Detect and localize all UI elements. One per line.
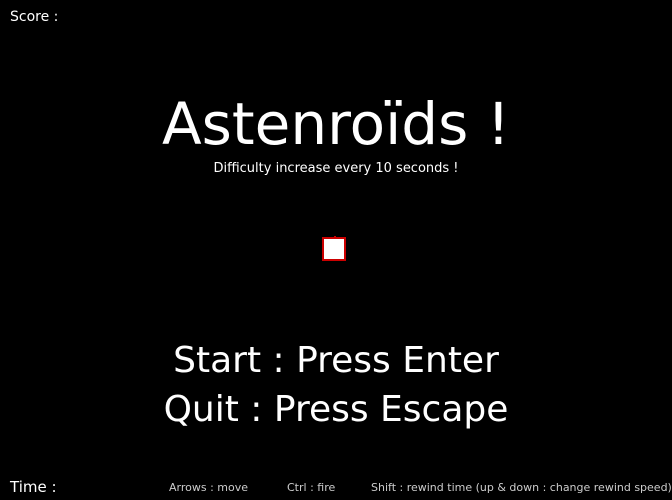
controls-hint-move: Arrows : move [169, 481, 249, 494]
score-label: Score : [10, 9, 59, 25]
start-prompt[interactable]: Start : Press Enter [0, 339, 672, 383]
game-title: Astenroïds ! [162, 90, 510, 158]
controls-hint-fire: Ctrl : fire [287, 481, 336, 494]
player-ship [322, 236, 346, 261]
difficulty-subtitle: Difficulty increase every 10 seconds ! [213, 161, 459, 176]
ship-nose [334, 236, 336, 239]
controls-hint-rewind: Shift : rewind time (up & down : change … [371, 481, 672, 494]
time-label: Time : [10, 478, 57, 496]
game-screen: Score : Astenroïds ! Difficulty increase… [0, 0, 672, 500]
quit-prompt[interactable]: Quit : Press Escape [0, 388, 672, 432]
